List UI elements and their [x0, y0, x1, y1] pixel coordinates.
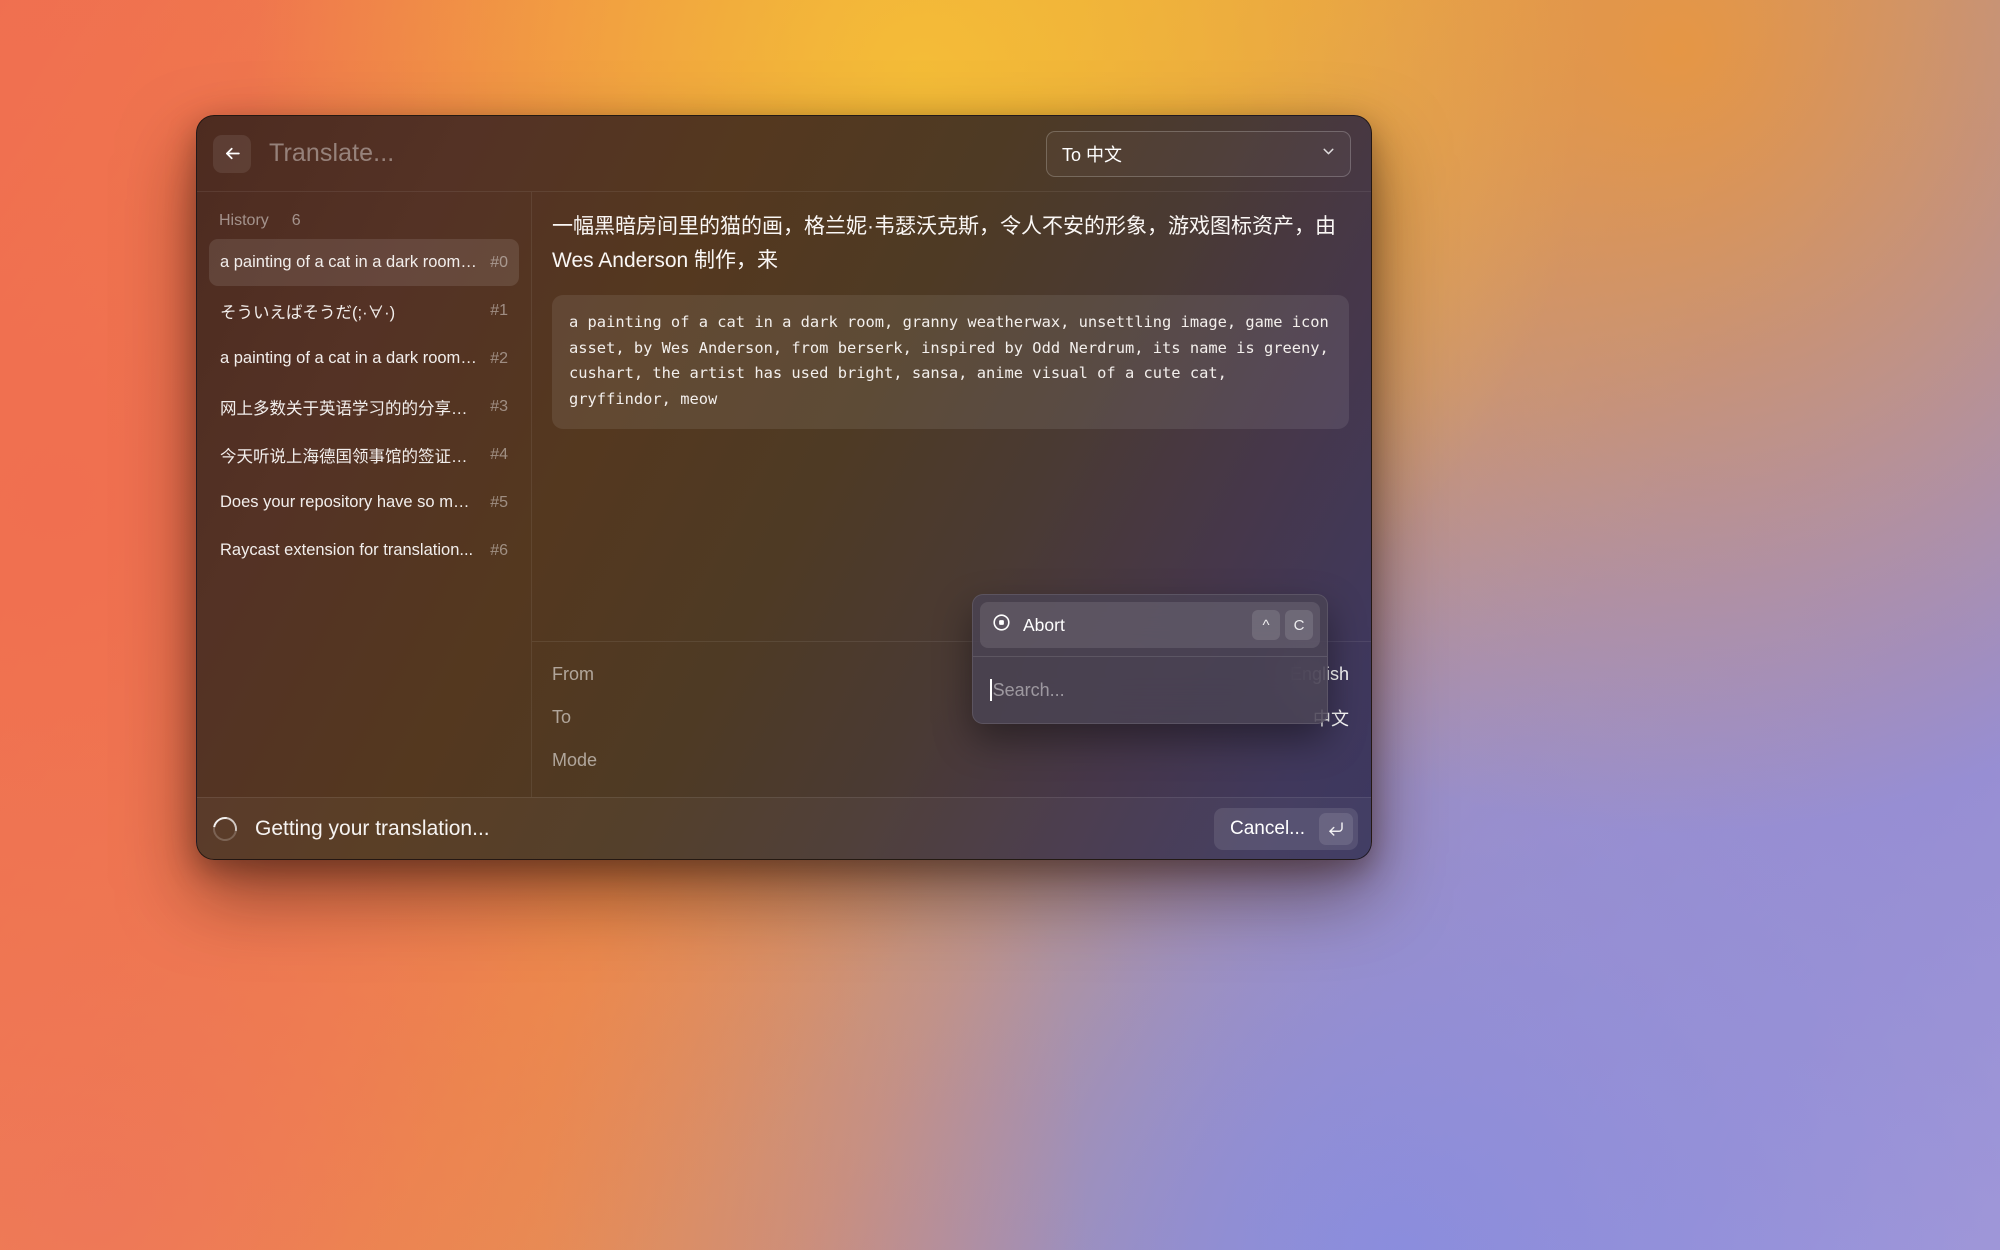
history-list-item[interactable]: 网上多数关于英语学习的的分享，都... #3 — [209, 383, 519, 430]
history-list-item[interactable]: 今天听说上海德国领事馆的签证预约... #4 — [209, 431, 519, 478]
shortcut-keycap: ^ — [1252, 610, 1280, 640]
mode-dropdown-item-label: Abort — [1023, 615, 1065, 636]
history-list-item[interactable]: a painting of a cat in a dark room,... #0 — [209, 239, 519, 286]
history-item-index: #2 — [490, 350, 508, 368]
history-list-item[interactable]: a painting of a cat in a dark room,... #2 — [209, 335, 519, 382]
history-item-title: 今天听说上海德国领事馆的签证预约... — [220, 443, 478, 467]
history-item-index: #5 — [490, 494, 508, 512]
cancel-button-label: Cancel... — [1230, 818, 1305, 840]
history-item-title: 网上多数关于英语学习的的分享，都... — [220, 395, 478, 419]
history-list: a painting of a cat in a dark room,... #0… — [209, 239, 519, 574]
status-message: Getting your translation... — [255, 817, 490, 841]
history-item-index: #0 — [490, 254, 508, 272]
shortcut-keys: ^C — [1252, 610, 1313, 640]
status-footer: Getting your translation... Cancel... — [197, 797, 1371, 859]
history-item-title: a painting of a cat in a dark room,... — [220, 349, 478, 368]
history-list-item[interactable]: そういえばそうだ(;·∀·) #1 — [209, 287, 519, 334]
history-section-header: History 6 — [209, 204, 519, 239]
arrow-left-icon — [223, 144, 242, 163]
metadata-row[interactable]: Mode — [552, 744, 1349, 777]
window-header: Translate... To 中文 — [197, 116, 1371, 192]
stop-record-icon — [992, 613, 1011, 637]
source-text: a painting of a cat in a dark room, gran… — [569, 310, 1332, 412]
mode-dropdown-popover: Abort ^C Search... — [972, 594, 1328, 724]
cancel-button[interactable]: Cancel... — [1214, 808, 1358, 850]
history-item-index: #4 — [490, 446, 508, 464]
history-section-label: History — [219, 212, 269, 230]
history-item-title: Does your repository have so man... — [220, 493, 478, 512]
dropdown-search-field[interactable]: Search... — [973, 657, 1327, 723]
search-placeholder-text: Search... — [993, 680, 1065, 701]
history-list-item[interactable]: Does your repository have so man... #5 — [209, 479, 519, 526]
detail-content: 一幅黑暗房间里的猫的画，格兰妮·韦瑟沃克斯，令人不安的形象，游戏图标资产，由 W… — [532, 192, 1371, 641]
mode-dropdown-item[interactable]: Abort ^C — [980, 602, 1320, 648]
history-item-title: そういえばそうだ(;·∀·) — [220, 299, 478, 323]
history-list-item[interactable]: Raycast extension for translation... #6 — [209, 527, 519, 574]
metadata-key: Mode — [552, 750, 597, 771]
history-item-index: #6 — [490, 542, 508, 560]
return-key-icon — [1319, 813, 1353, 845]
shortcut-keycap: C — [1285, 610, 1313, 640]
history-count-badge: 6 — [292, 212, 301, 230]
mode-dropdown-list: Abort ^C — [973, 595, 1327, 656]
window-body: History 6 a painting of a cat in a dark … — [197, 192, 1371, 797]
desktop-wallpaper: Translate... To 中文 History 6 a painting … — [0, 0, 2000, 1250]
source-text-box: a painting of a cat in a dark room, gran… — [552, 295, 1349, 429]
translate-app-window: Translate... To 中文 History 6 a painting … — [196, 115, 1372, 860]
history-item-index: #1 — [490, 302, 508, 320]
back-button[interactable] — [213, 135, 251, 173]
history-item-index: #3 — [490, 398, 508, 416]
chevron-down-icon — [1320, 143, 1337, 165]
metadata-key: From — [552, 664, 594, 685]
history-sidebar: History 6 a painting of a cat in a dark … — [197, 192, 532, 797]
text-caret — [990, 679, 992, 701]
translation-output-text: 一幅黑暗房间里的猫的画，格兰妮·韦瑟沃克斯，令人不安的形象，游戏图标资产，由 W… — [552, 210, 1349, 278]
page-title: Translate... — [269, 139, 394, 168]
detail-pane: 一幅黑暗房间里的猫的画，格兰妮·韦瑟沃克斯，令人不安的形象，游戏图标资产，由 W… — [532, 192, 1371, 797]
history-item-title: a painting of a cat in a dark room,... — [220, 253, 478, 272]
target-language-select[interactable]: To 中文 — [1046, 131, 1351, 177]
loading-spinner-icon — [208, 812, 241, 845]
history-item-title: Raycast extension for translation... — [220, 541, 478, 560]
target-language-label: To 中文 — [1062, 141, 1122, 167]
metadata-key: To — [552, 707, 571, 728]
